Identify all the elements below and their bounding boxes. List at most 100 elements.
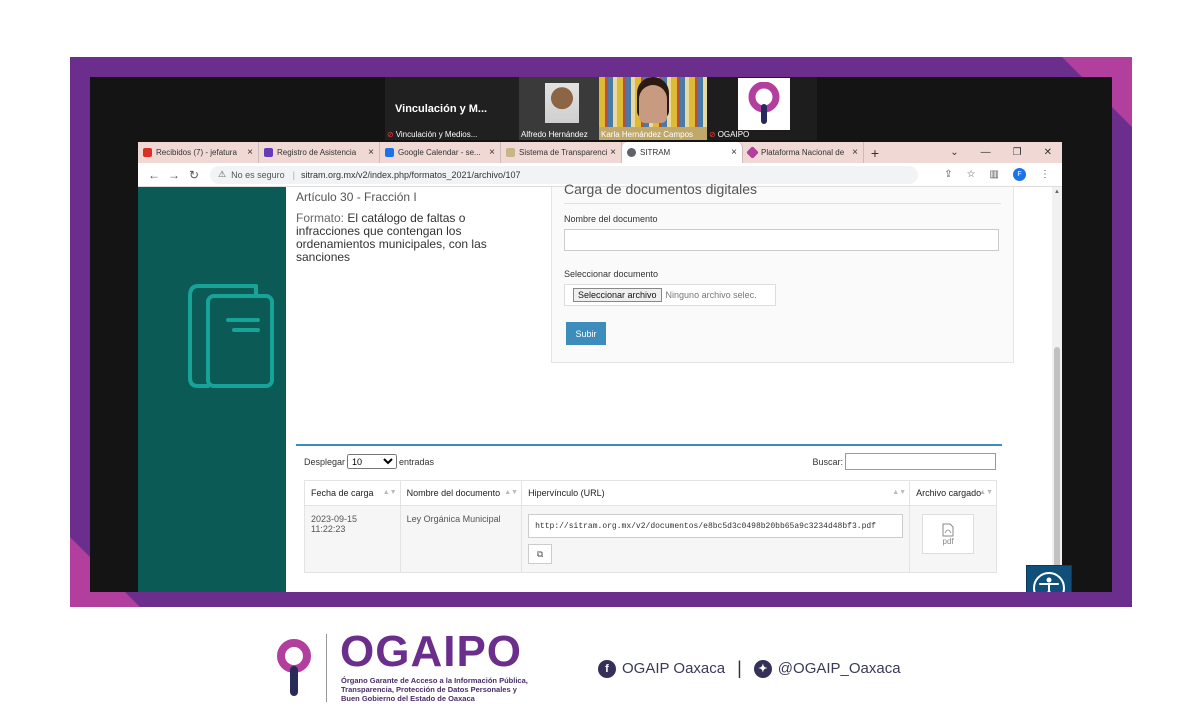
footer-branding: OGAIPO Órgano Garante de Acceso a la Inf… xyxy=(0,620,1200,720)
brand-name: OGAIPO xyxy=(340,627,523,676)
video-tile-caption: Alfredo Hernández xyxy=(521,130,588,139)
mic-muted-icon: ⊘ xyxy=(387,130,394,139)
forms-icon xyxy=(264,148,273,157)
page-scrollbar[interactable]: ▲ xyxy=(1052,187,1062,592)
url-separator: | xyxy=(292,169,295,180)
chevron-down-icon[interactable]: ⌄ xyxy=(950,147,958,158)
screen-capture: Vinculación y M... ⊘ Vinculación y Medios… xyxy=(90,77,1112,592)
pnt-icon xyxy=(746,146,759,159)
minimize-icon[interactable]: — xyxy=(981,147,991,158)
close-icon[interactable]: × xyxy=(731,147,737,158)
tab-transparencia[interactable]: Sistema de Transparencia × xyxy=(501,142,622,163)
page-size-select[interactable]: 10 xyxy=(347,454,398,469)
ogaipo-logo-icon xyxy=(738,78,790,130)
url-field[interactable]: http://sitram.org.mx/v2/documentos/e8bc5… xyxy=(528,514,904,538)
col-nombre[interactable]: Nombre del documento ▲▼ xyxy=(399,480,523,506)
cell-nombre: Ley Orgánica Municipal xyxy=(399,505,523,573)
divider xyxy=(564,203,1001,204)
video-call-strip: Vinculación y M... ⊘ Vinculación y Medios… xyxy=(385,77,817,140)
table-header-row: Fecha de carga ▲▼ Nombre del documento ▲▼ … xyxy=(304,480,997,506)
search-input[interactable] xyxy=(845,453,996,470)
seleccionar-label: Seleccionar documento xyxy=(564,269,659,279)
col-fecha[interactable]: Fecha de carga ▲▼ xyxy=(304,480,401,506)
reload-icon[interactable]: ↻ xyxy=(184,168,204,182)
col-archivo[interactable]: Archivo cargado ▲▼ xyxy=(909,480,997,506)
sort-icon: ▲▼ xyxy=(382,489,397,496)
mic-muted-icon: ⊘ xyxy=(709,130,716,139)
cell-url: http://sitram.org.mx/v2/documentos/e8bc5… xyxy=(521,505,911,573)
social-separator: | xyxy=(737,658,742,678)
accessibility-button[interactable] xyxy=(1026,565,1072,592)
formato-description: Formato: El catálogo de faltas o infracc… xyxy=(296,212,526,264)
star-icon[interactable]: ☆ xyxy=(967,169,976,180)
video-tile-caption: ⊘ OGAIPO xyxy=(709,130,750,139)
url-text[interactable]: sitram.org.mx/v2/index.php/formatos_2021… xyxy=(301,170,521,180)
tab-registro[interactable]: Registro de Asistencia × xyxy=(259,142,380,163)
upload-panel-title: Carga de documentos digitales xyxy=(564,181,758,197)
nombre-documento-input[interactable] xyxy=(564,229,999,251)
book-icon xyxy=(186,282,286,397)
twitter-handle[interactable]: @OGAIP_Oaxaca xyxy=(778,660,901,677)
close-icon[interactable]: × xyxy=(610,147,616,158)
file-input[interactable]: Seleccionar archivo Ninguno archivo sele… xyxy=(564,284,776,306)
profile-avatar[interactable]: F xyxy=(1013,168,1026,181)
documents-table: Fecha de carga ▲▼ Nombre del documento ▲▼ … xyxy=(304,480,997,573)
facebook-icon: f xyxy=(598,659,616,678)
tab-calendar[interactable]: Google Calendar - se... × xyxy=(380,142,501,163)
video-tile-title: Vinculación y M... xyxy=(395,103,488,115)
restore-icon[interactable]: ❐ xyxy=(1013,147,1022,158)
share-icon[interactable]: ⇪ xyxy=(944,169,952,180)
facebook-handle[interactable]: OGAIP Oaxaca xyxy=(622,660,725,677)
participant-video xyxy=(639,85,667,123)
globe-icon xyxy=(627,148,636,157)
copy-button[interactable]: ⧉ xyxy=(528,544,553,564)
tab-gmail[interactable]: Recibidos (7) - jefatura × xyxy=(138,142,259,163)
scroll-up-icon[interactable]: ▲ xyxy=(1054,189,1060,195)
close-window-icon[interactable]: ✕ xyxy=(1044,147,1052,158)
subir-button[interactable]: Subir xyxy=(566,322,606,345)
close-icon[interactable]: × xyxy=(368,147,374,158)
show-prefix: Desplegar xyxy=(304,456,346,467)
ogaipo-logo-icon xyxy=(275,638,313,703)
back-icon[interactable]: ← xyxy=(144,168,164,182)
formato-label: Formato: xyxy=(296,211,345,225)
close-icon[interactable]: × xyxy=(852,147,858,158)
forward-icon[interactable]: → xyxy=(164,168,184,182)
search-group: Buscar: xyxy=(812,453,996,470)
window-controls: ⌄ — ❐ ✕ xyxy=(950,142,1062,163)
footer-divider xyxy=(326,634,327,702)
purple-frame: Vinculación y M... ⊘ Vinculación y Medios… xyxy=(70,57,1132,607)
pdf-icon xyxy=(942,523,954,536)
sidepanel-icon[interactable]: ▥ xyxy=(990,169,999,180)
calendar-icon xyxy=(385,148,394,157)
pdf-label: pdf xyxy=(942,536,954,546)
security-label[interactable]: No es seguro xyxy=(231,170,285,180)
cell-fecha: 2023-09-15 11:22:23 xyxy=(304,505,401,573)
page-viewport: Artículo 30 - Fracción I Formato: El cat… xyxy=(138,181,1062,592)
video-tile-caption: ⊘ Vinculación y Medios... xyxy=(387,130,478,139)
format-info: Artículo 30 - Fracción I Formato: El cat… xyxy=(296,187,526,264)
video-tile-karla[interactable]: Karla Hernández Campos xyxy=(599,77,707,140)
col-url[interactable]: Hipervínculo (URL) ▲▼ xyxy=(521,480,911,506)
menu-kebab-icon[interactable]: ⋮ xyxy=(1040,169,1050,180)
video-tile-caption: Karla Hernández Campos xyxy=(601,130,694,139)
video-tile-ogaipo[interactable]: ⊘ OGAIPO xyxy=(707,77,817,140)
tab-sitram[interactable]: SITRAM × xyxy=(622,142,743,163)
cell-archivo: pdf xyxy=(909,505,997,573)
video-tile-alfredo[interactable]: Alfredo Hernández xyxy=(519,77,599,140)
scrollbar-thumb[interactable] xyxy=(1054,347,1060,592)
file-status: Ninguno archivo selec. xyxy=(665,290,757,300)
warning-icon[interactable]: ⚠ xyxy=(218,169,226,180)
search-label: Buscar: xyxy=(812,456,843,467)
pdf-download-button[interactable]: pdf xyxy=(922,514,975,554)
browser-window: Recibidos (7) - jefatura × Registro de A… xyxy=(138,142,1062,592)
gmail-icon xyxy=(143,148,152,157)
video-tile-vinculacion[interactable]: Vinculación y M... ⊘ Vinculación y Medios… xyxy=(385,77,519,140)
close-icon[interactable]: × xyxy=(247,147,253,158)
close-icon[interactable]: × xyxy=(489,147,495,158)
new-tab-button[interactable]: + xyxy=(864,142,886,163)
tab-bar: Recibidos (7) - jefatura × Registro de A… xyxy=(138,142,1062,163)
articulo-heading: Artículo 30 - Fracción I xyxy=(296,190,417,204)
select-file-button[interactable]: Seleccionar archivo xyxy=(573,288,662,302)
tab-plataforma[interactable]: Plataforma Nacional de × xyxy=(743,142,864,163)
